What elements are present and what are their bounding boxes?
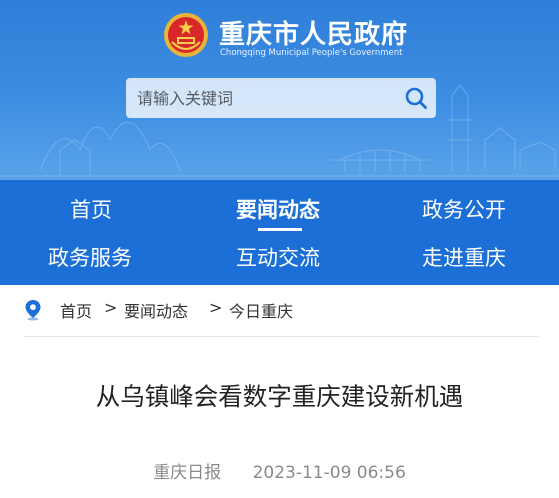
article-title: 从乌镇峰会看数字重庆建设新机遇 <box>95 382 464 411</box>
article-source: 重庆日报 <box>153 463 222 483</box>
breadcrumb-separator: > <box>209 298 223 317</box>
nav-item-interaction[interactable]: 互动交流 <box>236 242 320 272</box>
breadcrumb-divider <box>23 336 539 337</box>
site-header: 重庆市人民政府 Chongqing Municipal People's Gov… <box>0 0 559 180</box>
breadcrumb-home-link[interactable]: 首页 <box>60 298 92 322</box>
nav-item-home[interactable]: 首页 <box>70 194 112 224</box>
article-datetime: 2023-11-09 06:56 <box>252 463 406 483</box>
search-bar <box>126 78 436 118</box>
site-title: 重庆市人民政府 <box>219 20 409 50</box>
nav-item-news[interactable]: 要闻动态 <box>236 194 320 224</box>
breadcrumb: 首页 > 要闻动态 > 今日重庆 <box>0 285 559 333</box>
nav-item-gov-services[interactable]: 政务服务 <box>48 242 132 272</box>
nav-item-gov-affairs-open[interactable]: 政务公开 <box>422 194 506 224</box>
national-emblem-icon <box>164 13 208 57</box>
search-icon[interactable] <box>404 86 428 110</box>
breadcrumb-current[interactable]: 今日重庆 <box>229 298 293 322</box>
site-subtitle: Chongqing Municipal People's Government <box>220 48 403 58</box>
nav-item-about-chongqing[interactable]: 走进重庆 <box>422 242 506 272</box>
breadcrumb-news-link[interactable]: 要闻动态 <box>124 298 188 322</box>
breadcrumb-separator: > <box>104 298 118 317</box>
main-nav: 首页 要闻动态 政务公开 政务服务 互动交流 走进重庆 <box>0 180 559 285</box>
search-input[interactable] <box>126 78 396 118</box>
active-nav-indicator <box>258 228 302 231</box>
article-meta: 重庆日报 2023-11-09 06:56 <box>0 458 559 483</box>
location-pin-icon <box>25 300 41 321</box>
